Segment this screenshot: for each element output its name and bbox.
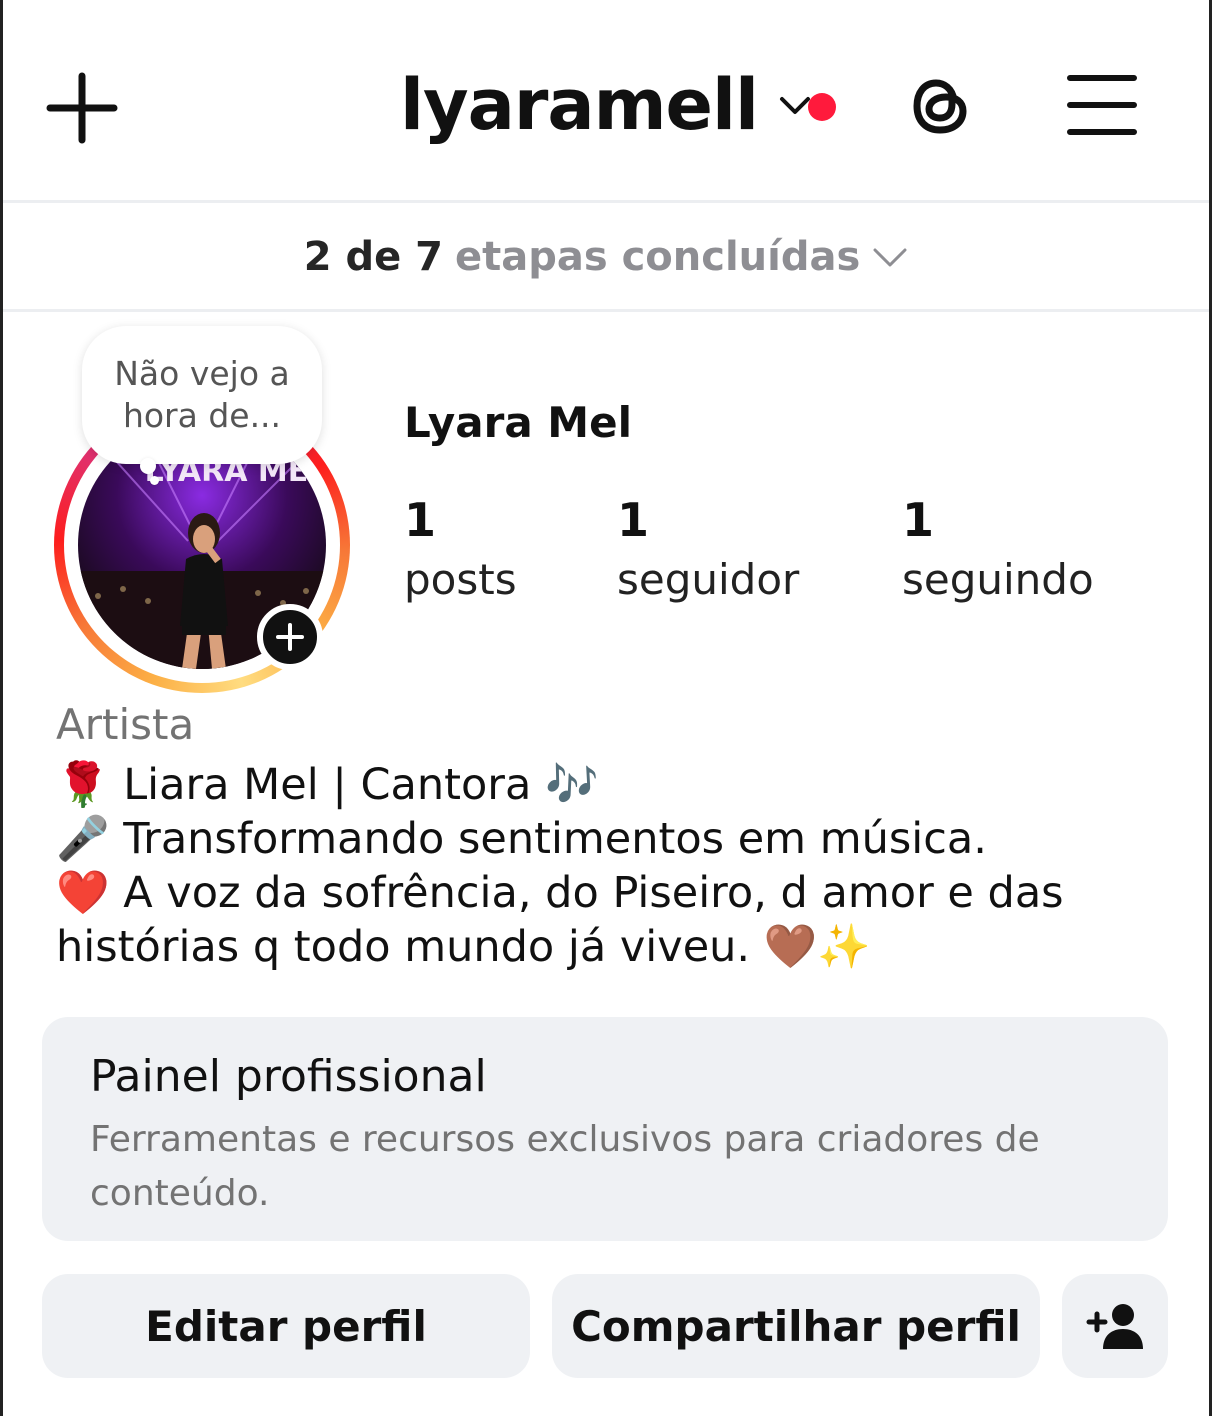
account-switcher[interactable]: lyaramell: [400, 60, 812, 150]
note-text-line: hora de...: [122, 396, 282, 435]
onboarding-progress[interactable]: 2 de 7 etapas concluídas: [0, 205, 1212, 309]
hamburger-menu-icon[interactable]: [1066, 72, 1138, 138]
stat-posts[interactable]: 1 posts: [404, 492, 517, 612]
steps-completed: 2 de 7: [303, 234, 443, 280]
plus-icon[interactable]: [46, 72, 118, 144]
profile-note[interactable]: Não vejo a hora de...: [82, 326, 322, 464]
display-name: Lyara Mel: [404, 398, 632, 447]
share-profile-button[interactable]: Compartilhar perfil: [552, 1274, 1040, 1378]
pro-panel-description: Ferramentas e recursos exclusivos para c…: [90, 1119, 1040, 1214]
discover-people-button[interactable]: [1062, 1274, 1168, 1378]
chevron-down-icon: [780, 97, 811, 114]
notification-dot: [808, 93, 836, 121]
divider: [3, 200, 1209, 203]
professional-dashboard-card[interactable]: Painel profissional Ferramentas e recurs…: [42, 1017, 1168, 1241]
threads-icon[interactable]: [902, 66, 978, 146]
note-text-line: Não vejo a: [114, 354, 290, 393]
stat-following[interactable]: 1 seguindo: [902, 492, 1094, 612]
note-tail: [150, 476, 159, 485]
stat-label: posts: [404, 555, 517, 604]
stat-value: 1: [902, 493, 935, 547]
stat-followers[interactable]: 1 seguidor: [617, 492, 799, 612]
stat-value: 1: [404, 493, 437, 547]
stat-value: 1: [617, 493, 650, 547]
edit-profile-button[interactable]: Editar perfil: [42, 1274, 530, 1378]
top-bar: lyaramell: [0, 0, 1212, 200]
add-person-icon: [1086, 1304, 1143, 1349]
pro-panel-title: Painel profissional: [90, 1051, 487, 1102]
add-story-button[interactable]: [257, 604, 323, 670]
divider: [3, 309, 1209, 312]
stat-label: seguindo: [902, 555, 1094, 604]
note-tail: [140, 458, 156, 474]
username: lyaramell: [400, 64, 759, 146]
profile-bio: 🌹 Liara Mel | Cantora 🎶 🎤 Transformando …: [56, 760, 1064, 972]
stat-label: seguidor: [617, 555, 800, 604]
steps-label: etapas concluídas: [454, 234, 861, 280]
profile-category: Artista: [56, 700, 195, 749]
plus-icon: [276, 623, 304, 651]
chevron-down-icon: [873, 248, 907, 267]
